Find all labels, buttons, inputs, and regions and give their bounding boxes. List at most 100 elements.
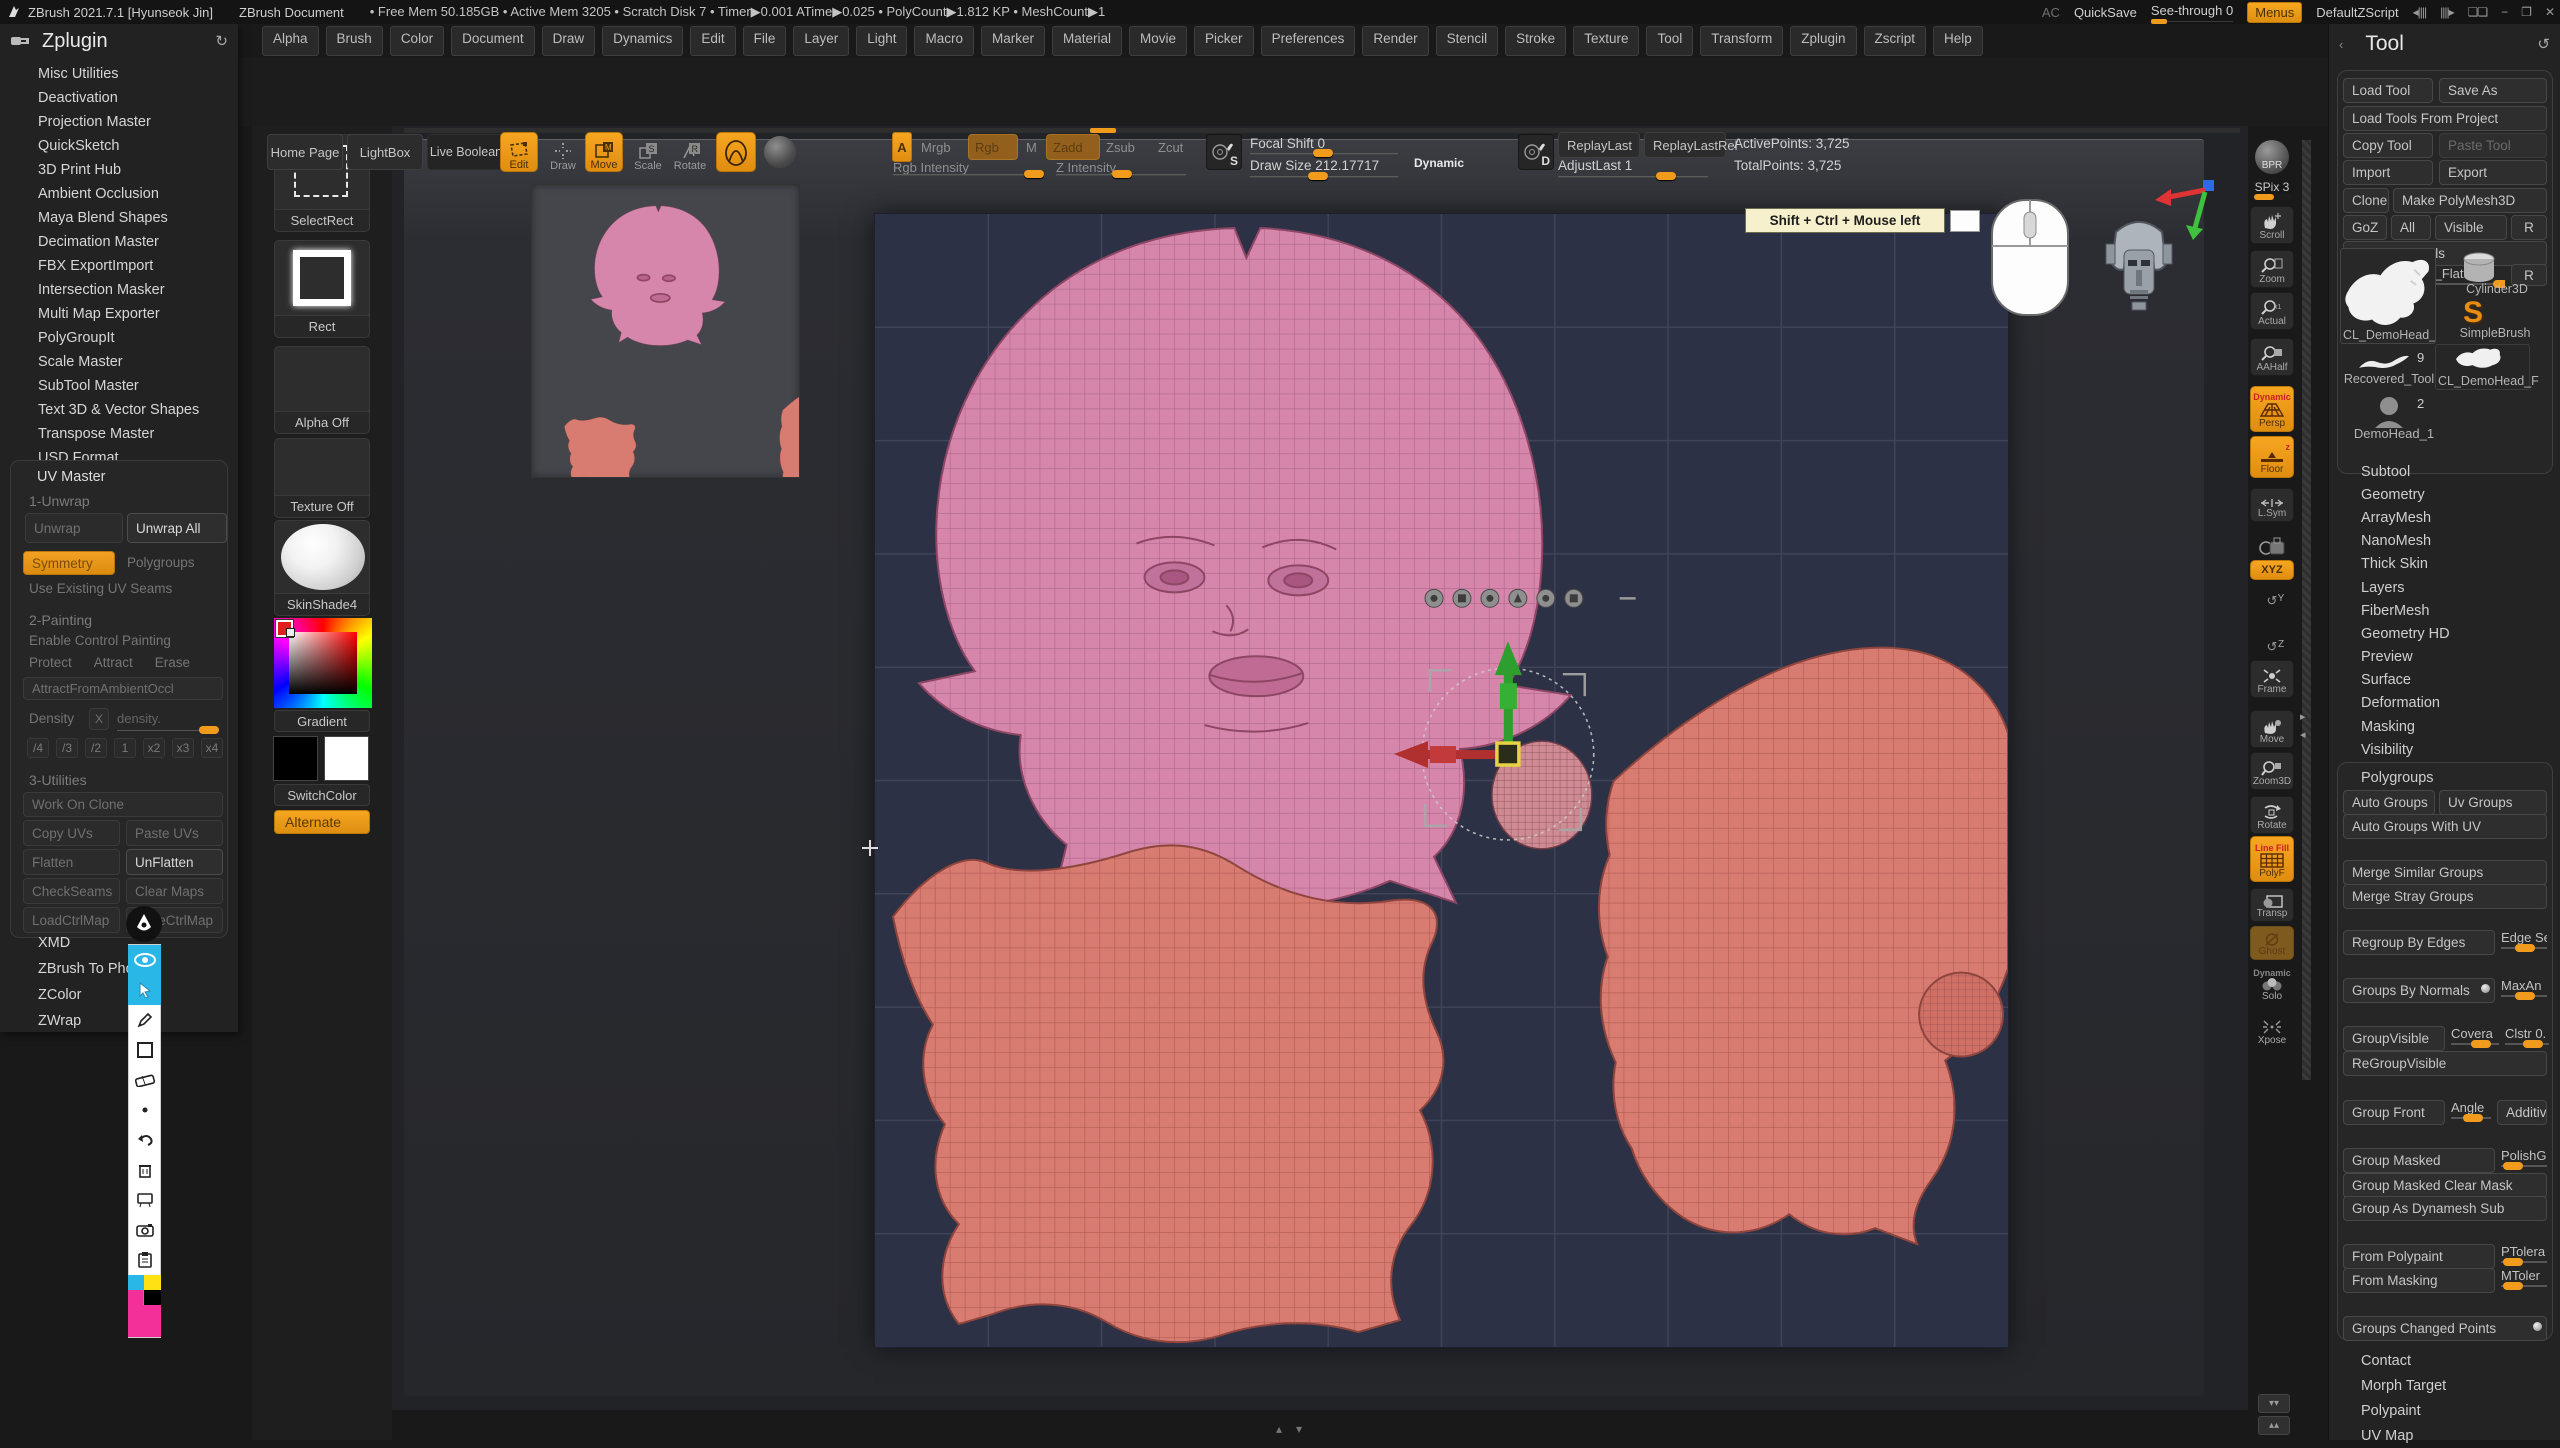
menu-item[interactable]: Preferences <box>1261 26 1356 56</box>
menu-item[interactable]: File <box>743 26 787 56</box>
group-front-button[interactable]: Group Front <box>2343 1100 2445 1125</box>
menu-item[interactable]: Material <box>1052 26 1122 56</box>
floor-toggle[interactable]: z Floor <box>2250 436 2294 478</box>
uv-groups-button[interactable]: Uv Groups <box>2439 790 2547 815</box>
texture-thumb[interactable] <box>274 438 370 496</box>
zadd-toggle[interactable]: Zadd <box>1046 134 1100 160</box>
clipboard-button[interactable] <box>128 1245 161 1275</box>
mrgb-toggle[interactable]: Mrgb <box>921 140 951 155</box>
density-label[interactable]: Density <box>29 711 74 726</box>
recovered-tool-label[interactable]: Recovered_Tool <box>2339 372 2439 386</box>
simplebrush-thumb[interactable]: S <box>2463 296 2483 330</box>
goz-button[interactable]: GoZ <box>2343 215 2387 240</box>
polygroups-option[interactable]: Polygroups <box>127 555 195 570</box>
unwrap-all-button[interactable]: Unwrap All <box>127 513 227 543</box>
mtolerance-slider[interactable]: MToler <box>2501 1268 2547 1290</box>
zoom-button[interactable]: Zoom <box>2250 250 2294 288</box>
menu-item[interactable]: Zplugin <box>1790 26 1856 56</box>
protect-option[interactable]: Protect <box>29 655 72 670</box>
lsym-toggle[interactable]: L.Sym <box>2250 488 2294 522</box>
secondary-color-swatch[interactable] <box>324 736 369 781</box>
cyan-swatch[interactable] <box>128 1275 144 1290</box>
zplugin-item[interactable]: FBX ExportImport <box>0 254 238 278</box>
tool-section-item[interactable]: Contact <box>2329 1348 2560 1373</box>
copy-tool-button[interactable]: Copy Tool <box>2343 133 2433 158</box>
unflatten-button[interactable]: UnFlatten <box>126 849 223 875</box>
import-button[interactable]: Import <box>2343 160 2433 185</box>
zplugin-item[interactable]: ZColor <box>0 982 238 1008</box>
density-knob[interactable] <box>199 726 219 734</box>
attract-from-ao-button[interactable]: AttractFromAmbientOccl <box>23 677 223 700</box>
groups-changed-points-button[interactable]: Groups Changed Points <box>2343 1316 2547 1341</box>
clear-button[interactable] <box>128 1155 161 1185</box>
auto-groups-button[interactable]: Auto Groups <box>2343 790 2435 815</box>
rgb-intensity-knob[interactable] <box>1024 170 1044 178</box>
work-on-clone-button[interactable]: Work On Clone <box>23 792 223 817</box>
ghost-toggle[interactable]: Ghost <box>2250 926 2294 960</box>
rgb-toggle[interactable]: Rgb <box>968 134 1018 160</box>
panel-restore-icon[interactable]: ↺ <box>2537 35 2550 53</box>
pencil-tool-button[interactable] <box>128 1005 161 1035</box>
zplugin-item[interactable]: Maya Blend Shapes <box>0 206 238 230</box>
document-navigator[interactable] <box>531 184 800 478</box>
window-layout-icons[interactable]: ❏❏ <box>2468 5 2488 19</box>
move-button[interactable]: M Move <box>585 132 623 172</box>
shelf-collapse-right-icon[interactable]: ||||▸ <box>2440 5 2454 19</box>
menu-item[interactable]: Macro <box>914 26 974 56</box>
use-existing-uv-seams-option[interactable]: Use Existing UV Seams <box>23 581 215 596</box>
zplugin-item[interactable]: Intersection Masker <box>0 278 238 302</box>
scroll-right-arrow-icon[interactable]: ▸ <box>2300 710 2306 723</box>
shape-tool-button[interactable] <box>128 1035 161 1065</box>
group-masked-clear-mask-button[interactable]: Group Masked Clear Mask <box>2343 1173 2547 1198</box>
frame-button[interactable]: Frame <box>2250 660 2294 698</box>
density-step-button[interactable]: /4 <box>27 738 49 758</box>
angle-slider[interactable]: Angle <box>2451 1100 2491 1122</box>
tool-section-item[interactable]: Visibility <box>2329 738 2560 761</box>
density-field[interactable]: density. <box>117 711 161 726</box>
menu-item[interactable]: Transform <box>1700 26 1783 56</box>
paste-uvs-button[interactable]: Paste UVs <box>126 820 223 846</box>
tool-section-item[interactable]: UV Map <box>2329 1423 2560 1448</box>
m-toggle[interactable]: M <box>1026 140 1037 155</box>
eraser-tool-button[interactable] <box>128 1065 161 1095</box>
additive-button[interactable]: Additive <box>2497 1100 2547 1125</box>
zplugin-item[interactable]: 3D Print Hub <box>0 158 238 182</box>
menu-item[interactable]: Help <box>1933 26 1983 56</box>
black-swatch[interactable] <box>144 1290 161 1305</box>
camera-lock-button[interactable] <box>2250 524 2294 564</box>
close-button[interactable]: ✕ <box>2545 5 2554 19</box>
edit-button[interactable]: Edit <box>500 132 538 172</box>
move3d-button[interactable]: Move <box>2250 710 2294 748</box>
menu-item[interactable]: Dynamics <box>602 26 683 56</box>
color-picker[interactable] <box>274 618 372 708</box>
texture-label[interactable]: Texture Off <box>274 496 370 518</box>
groups-by-normals-button[interactable]: Groups By Normals <box>2343 978 2495 1003</box>
flatten-button[interactable]: Flatten <box>23 849 120 875</box>
clstr-slider[interactable]: Clstr 0. <box>2505 1026 2549 1048</box>
menu-item[interactable]: Brush <box>326 26 383 56</box>
menu-item[interactable]: Render <box>1362 26 1428 56</box>
z-intensity-slider-label[interactable]: Z Intensity <box>1056 160 1116 175</box>
adjust-last-knob[interactable] <box>1656 172 1676 180</box>
menu-item[interactable]: Stroke <box>1505 26 1566 56</box>
simplebrush-label[interactable]: SimpleBrush <box>2443 326 2547 340</box>
symmetry-button[interactable]: Symmetry <box>23 551 115 575</box>
group-masked-button[interactable]: Group Masked <box>2343 1148 2495 1173</box>
tool-section-item[interactable]: Geometry <box>2329 483 2560 506</box>
erase-option[interactable]: Erase <box>155 655 190 670</box>
z-rotate-button[interactable]: ↺Z <box>2250 628 2294 652</box>
doc-scroll-up-icon[interactable]: ▴ <box>1276 1422 1282 1436</box>
see-through-knob[interactable] <box>2151 19 2167 24</box>
gradient-label[interactable]: Gradient <box>274 710 370 732</box>
default-zscript-button[interactable]: DefaultZScript <box>2316 5 2398 20</box>
minimize-button[interactable]: − <box>2501 5 2507 19</box>
polishg-slider[interactable]: PolishG <box>2501 1148 2547 1170</box>
menu-item[interactable]: Movie <box>1129 26 1187 56</box>
menu-item[interactable]: Picker <box>1194 26 1254 56</box>
zoom3d-button[interactable]: Zoom3D <box>2250 752 2294 790</box>
goz-all-button[interactable]: All <box>2391 215 2431 240</box>
menu-item[interactable]: Document <box>451 26 535 56</box>
solo-toggle[interactable]: Dynamic Solo <box>2250 964 2294 1004</box>
tool-section-item[interactable]: ArrayMesh <box>2329 506 2560 529</box>
yellow-swatch[interactable] <box>144 1275 161 1290</box>
